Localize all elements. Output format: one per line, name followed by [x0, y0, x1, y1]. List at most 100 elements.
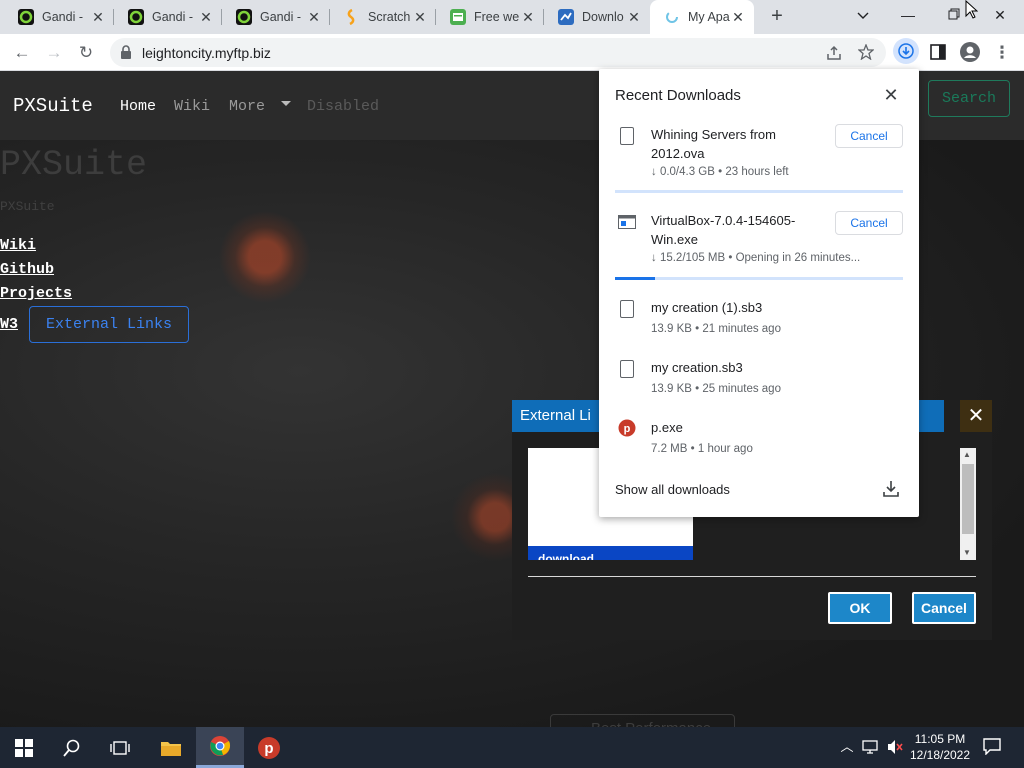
tab-gandi-3[interactable]: Gandi - ✕ — [222, 0, 330, 34]
system-clock[interactable]: 11:05 PM 12/18/2022 — [908, 731, 972, 763]
file-explorer-button[interactable] — [147, 727, 195, 768]
tab-title: Gandi - — [260, 10, 301, 24]
download-item[interactable]: my creation (1).sb3 13.9 KB • 21 minutes… — [599, 298, 919, 346]
dialog-divider — [528, 576, 976, 577]
tab-my-apache[interactable]: My Apa ✕ — [650, 0, 754, 34]
show-all-downloads-link[interactable]: Show all downloads — [615, 482, 730, 497]
ok-button[interactable]: OK — [828, 592, 892, 624]
gandi-icon — [18, 9, 34, 25]
folder-icon — [161, 741, 181, 756]
tab-free-webhost[interactable]: Free we ✕ — [436, 0, 544, 34]
download-filename: Whining Servers from — [651, 127, 776, 142]
clock-time: 11:05 PM — [914, 732, 966, 746]
share-icon[interactable] — [826, 45, 842, 61]
caret-down-icon — [281, 101, 291, 106]
download-progress-bar — [615, 190, 903, 193]
download-status: 13.9 KB • 21 minutes ago — [651, 323, 781, 335]
tab-title: Scratch — [368, 10, 411, 24]
chrome-icon — [210, 736, 231, 756]
search-button[interactable]: Search — [928, 80, 1010, 117]
windows-taskbar: p ︿ 11:05 PM 12/18/2022 — [0, 727, 1024, 768]
download-filename: VirtualBox-7.0.4-154605- — [651, 213, 796, 228]
tab-gandi-2[interactable]: Gandi - ✕ — [114, 0, 222, 34]
page-title: PXSuite — [0, 145, 148, 185]
volume-muted-icon[interactable] — [886, 738, 904, 756]
nav-more-dropdown[interactable]: More — [229, 98, 265, 115]
address-bar[interactable]: leightoncity.myftp.biz — [110, 38, 886, 67]
virtualbox-file-icon — [618, 215, 636, 229]
close-tab-icon[interactable]: ✕ — [520, 9, 536, 25]
download-item[interactable]: my creation.sb3 13.9 KB • 25 minutes ago — [599, 358, 919, 406]
tab-title: Downlo — [582, 10, 624, 24]
scratch-icon — [344, 9, 360, 25]
url-text: leightoncity.myftp.biz — [142, 45, 271, 61]
back-icon[interactable]: ← — [10, 41, 34, 65]
tab-gandi-1[interactable]: Gandi - ✕ — [4, 0, 114, 34]
download-item[interactable]: VirtualBox-7.0.4-154605- Win.exe ↓ 15.2/… — [599, 211, 919, 281]
cancel-download-button[interactable]: Cancel — [835, 211, 903, 235]
downloads-button[interactable] — [893, 38, 919, 64]
external-links-button[interactable]: External Links — [29, 306, 189, 343]
task-view-icon — [110, 740, 130, 755]
download-filename-cont: 2012.ova — [651, 146, 705, 161]
p-app-taskbar-button[interactable]: p — [245, 727, 293, 768]
reload-icon[interactable]: ↻ — [74, 41, 98, 65]
new-tab-icon[interactable]: + — [766, 5, 788, 27]
github-link[interactable]: Github — [0, 261, 54, 278]
minimize-icon[interactable]: — — [894, 3, 922, 27]
download-filename-cont: Win.exe — [651, 232, 698, 247]
loading-icon — [664, 9, 680, 25]
forward-icon[interactable]: → — [42, 41, 66, 65]
projects-link[interactable]: Projects — [0, 285, 72, 302]
cancel-button[interactable]: Cancel — [912, 592, 976, 624]
download-status: ↓ 15.2/105 MB • Opening in 26 minutes... — [651, 252, 861, 264]
scrollbar-thumb[interactable] — [962, 464, 974, 534]
search-icon — [63, 739, 80, 757]
download-item[interactable]: p p.exe 7.2 MB • 1 hour ago — [599, 418, 919, 466]
start-button[interactable] — [0, 727, 48, 768]
network-icon[interactable] — [862, 738, 880, 756]
close-window-icon[interactable]: ✕ — [986, 3, 1014, 27]
close-tab-icon[interactable]: ✕ — [90, 9, 106, 25]
scroll-up-icon[interactable]: ▲ — [963, 450, 971, 459]
scroll-down-icon[interactable]: ▼ — [963, 548, 971, 557]
best-performance-button[interactable]: Best Performance — [550, 714, 735, 727]
dialog-scrollbar[interactable]: ▲ ▼ — [960, 448, 976, 560]
download-status: 7.2 MB • 1 hour ago — [651, 443, 753, 455]
p-app-icon: p — [618, 419, 636, 437]
search-button[interactable] — [48, 727, 96, 768]
close-tab-icon[interactable]: ✕ — [626, 9, 642, 25]
task-view-button[interactable] — [96, 727, 144, 768]
close-icon[interactable]: ✕ — [882, 86, 900, 104]
close-tab-icon[interactable]: ✕ — [198, 9, 214, 25]
tab-download-site[interactable]: Downlo ✕ — [544, 0, 650, 34]
chevron-up-icon[interactable]: ︿ — [838, 738, 856, 756]
svg-text:p: p — [624, 423, 631, 435]
notifications-icon[interactable] — [983, 737, 1001, 755]
nav-home-link[interactable]: Home — [120, 98, 156, 115]
cancel-download-button[interactable]: Cancel — [835, 124, 903, 148]
close-tab-icon[interactable]: ✕ — [730, 9, 746, 25]
chrome-taskbar-button[interactable] — [196, 727, 244, 768]
file-icon — [620, 127, 634, 145]
open-downloads-icon[interactable] — [881, 479, 901, 499]
wiki-link[interactable]: Wiki — [0, 237, 36, 254]
bookmark-star-icon[interactable] — [858, 44, 874, 60]
webhost-icon — [450, 9, 466, 25]
download-item[interactable]: Whining Servers from 2012.ova ↓ 0.0/4.3 … — [599, 124, 919, 195]
more-menu-icon[interactable]: ⋮ — [990, 41, 1014, 65]
side-panel-icon[interactable] — [930, 44, 946, 60]
listbox-selected-item[interactable]: download — [528, 546, 693, 560]
tab-scratch[interactable]: Scratch ✕ — [330, 0, 436, 34]
profile-avatar-icon[interactable] — [960, 42, 980, 62]
close-tab-icon[interactable]: ✕ — [412, 9, 428, 25]
w3-link[interactable]: W3 — [0, 316, 18, 333]
dialog-close-icon[interactable]: ✕ — [960, 400, 992, 432]
svg-text:p: p — [264, 740, 273, 757]
site-brand[interactable]: PXSuite — [13, 95, 93, 117]
download-filename: my creation.sb3 — [651, 360, 743, 375]
tab-search-icon[interactable] — [849, 3, 877, 27]
close-tab-icon[interactable]: ✕ — [306, 9, 322, 25]
progress-fill — [615, 277, 656, 280]
nav-wiki-link[interactable]: Wiki — [174, 98, 210, 115]
